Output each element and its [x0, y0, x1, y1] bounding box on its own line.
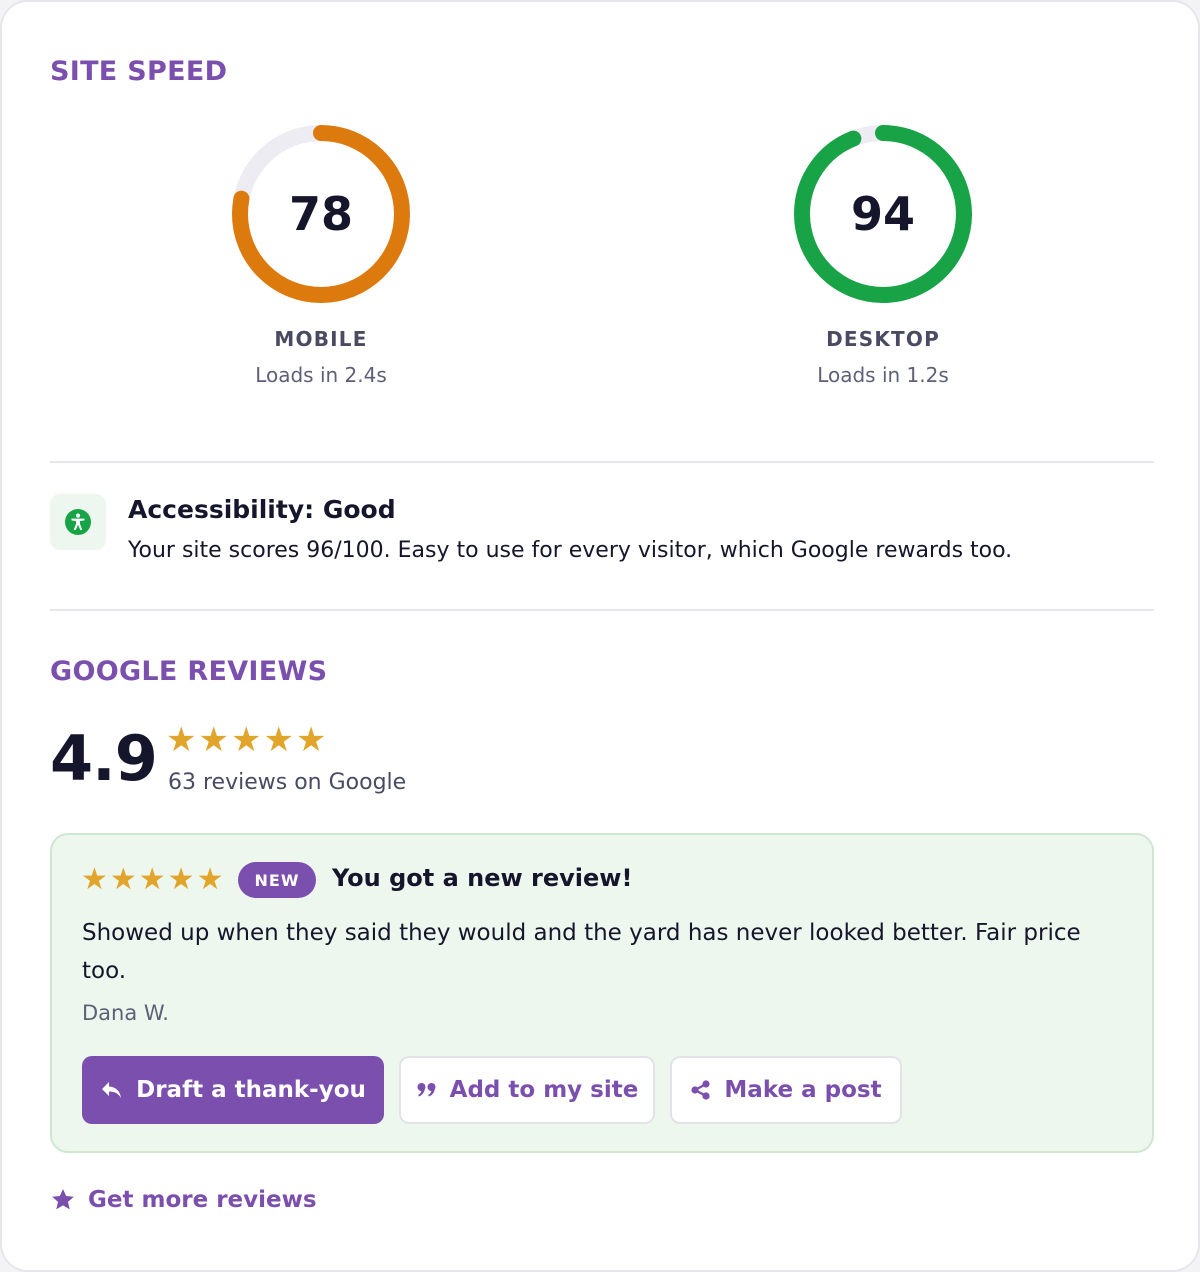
share-icon — [691, 1080, 711, 1100]
mobile-score-value: 78 — [288, 187, 353, 241]
get-more-reviews-label: Get more reviews — [88, 1187, 317, 1213]
desktop-load-time: Loads in 1.2s — [817, 363, 949, 387]
mobile-label: MOBILE — [274, 327, 368, 351]
review-notification-heading: You got a new review! — [332, 864, 633, 892]
add-to-site-button[interactable]: Add to my site — [399, 1056, 655, 1124]
new-badge: NEW — [238, 862, 316, 898]
site-speed-heading: SITE SPEED — [50, 56, 228, 87]
site-report-card: SITE SPEED 78 MOBILE Loads in 2.4s 94 DE… — [0, 0, 1200, 1272]
rating-stars: ★★★★★ — [166, 720, 329, 760]
draft-thank-you-button[interactable]: Draft a thank-you — [82, 1056, 384, 1124]
accessibility-title: Accessibility: Good — [128, 495, 396, 524]
mobile-score-gauge: 78 — [231, 124, 411, 304]
divider — [50, 461, 1154, 463]
google-reviews-heading: GOOGLE REVIEWS — [50, 656, 328, 687]
reply-icon — [102, 1082, 122, 1098]
accessibility-description: Your site scores 96/100. Easy to use for… — [128, 538, 1013, 563]
quote-icon — [417, 1083, 436, 1097]
desktop-score-value: 94 — [850, 187, 915, 241]
make-post-button[interactable]: Make a post — [670, 1056, 902, 1124]
review-count: 63 reviews on Google — [168, 770, 407, 795]
average-rating: 4.9 — [50, 722, 158, 795]
make-post-label: Make a post — [724, 1077, 882, 1103]
review-author: Dana W. — [82, 1001, 169, 1025]
star-icon — [52, 1188, 74, 1210]
get-more-reviews-link[interactable]: Get more reviews — [50, 1187, 317, 1213]
desktop-score-gauge: 94 — [793, 124, 973, 304]
draft-thank-you-label: Draft a thank-you — [136, 1077, 366, 1103]
add-to-site-label: Add to my site — [449, 1077, 639, 1103]
desktop-label: DESKTOP — [826, 327, 940, 351]
accessibility-icon — [65, 509, 91, 535]
mobile-load-time: Loads in 2.4s — [255, 363, 387, 387]
review-text: Showed up when they said they would and … — [82, 920, 1081, 984]
accessibility-icon-badge — [50, 494, 106, 550]
review-stars: ★★★★★ — [81, 862, 226, 897]
divider — [50, 609, 1154, 611]
